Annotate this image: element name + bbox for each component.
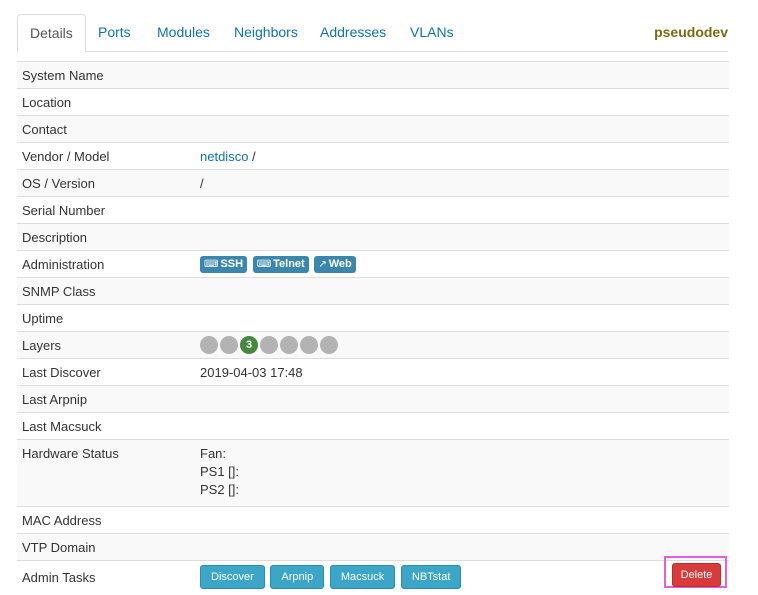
tab-neighbors[interactable]: Neighbors — [221, 14, 311, 50]
row-label: Last Arpnip — [17, 385, 195, 413]
os-version-value: / — [195, 169, 729, 197]
row-mac-address: MAC Address — [17, 506, 729, 534]
telnet-label: Telnet — [273, 257, 305, 270]
device-name: pseudodev — [654, 24, 728, 40]
row-label: Vendor / Model — [17, 142, 195, 170]
row-label: Hardware Status — [17, 439, 195, 507]
row-label: OS / Version — [17, 169, 195, 197]
row-label: Description — [17, 223, 195, 251]
web-button[interactable]: ↗ Web — [314, 255, 356, 273]
delete-button[interactable]: Delete — [672, 563, 721, 587]
row-label: Admin Tasks — [17, 560, 195, 593]
administration-value: ⌨ SSH ⌨ Telnet ↗ Web — [195, 250, 729, 278]
row-location: Location — [17, 88, 729, 116]
row-layers: Layers 3 — [17, 331, 729, 359]
vendor-model-value: netdisco / — [195, 142, 729, 170]
layer-6-badge — [300, 336, 318, 354]
serial-number-value — [195, 196, 729, 224]
keyboard-icon: ⌨ — [256, 258, 272, 270]
ssh-label: SSH — [220, 257, 244, 270]
device-tabs: Details Ports Modules Neighbors Addresse… — [17, 14, 728, 53]
last-discover-value: 2019-04-03 17:48 — [195, 358, 729, 386]
last-arpnip-value — [195, 385, 729, 413]
tab-vlans[interactable]: VLANs — [397, 14, 467, 50]
vendor-link[interactable]: netdisco — [200, 149, 248, 164]
row-vendor-model: Vendor / Model netdisco / — [17, 142, 729, 170]
row-label: Administration — [17, 250, 195, 278]
layer-4-badge — [260, 336, 278, 354]
row-description: Description — [17, 223, 729, 251]
row-label: MAC Address — [17, 506, 195, 534]
layers-value: 3 — [195, 331, 729, 359]
macsuck-button[interactable]: Macsuck — [329, 565, 396, 589]
row-label: Uptime — [17, 304, 195, 332]
layer-5-badge — [280, 336, 298, 354]
system-name-value — [195, 61, 729, 89]
row-contact: Contact — [17, 115, 729, 143]
snmp-class-value — [195, 277, 729, 305]
row-label: Last Discover — [17, 358, 195, 386]
vtp-domain-value — [195, 533, 729, 561]
row-label: System Name — [17, 61, 195, 89]
tab-ports[interactable]: Ports — [85, 14, 144, 50]
delete-highlight: Delete — [664, 556, 727, 588]
row-label: VTP Domain — [17, 533, 195, 561]
admin-tasks-value: Discover Arpnip Macsuck NBTstat — [195, 560, 729, 593]
row-last-arpnip: Last Arpnip — [17, 385, 729, 413]
row-uptime: Uptime — [17, 304, 729, 332]
hardware-status-value: Fan: PS1 []: PS2 []: — [195, 439, 729, 507]
tab-addresses[interactable]: Addresses — [307, 14, 399, 50]
vendor-model-separator: / — [248, 148, 256, 164]
nbtstat-button[interactable]: NBTstat — [400, 565, 462, 589]
row-label: SNMP Class — [17, 277, 195, 305]
uptime-value — [195, 304, 729, 332]
last-macsuck-value — [195, 412, 729, 440]
tab-details[interactable]: Details — [17, 14, 86, 53]
layer-1-badge — [200, 336, 218, 354]
row-administration: Administration ⌨ SSH ⌨ Telnet ↗ Web — [17, 250, 729, 278]
device-details-table: System Name Location Contact Vendor / Mo… — [17, 61, 729, 593]
discover-button[interactable]: Discover — [200, 565, 265, 589]
layer-7-badge — [320, 336, 338, 354]
row-label: Serial Number — [17, 196, 195, 224]
ssh-button[interactable]: ⌨ SSH — [200, 255, 248, 273]
arpnip-button[interactable]: Arpnip — [270, 565, 325, 589]
row-label: Location — [17, 88, 195, 116]
contact-value — [195, 115, 729, 143]
hardware-status-ps1: PS1 []: — [200, 464, 240, 479]
row-label: Layers — [17, 331, 195, 359]
row-hardware-status: Hardware Status Fan: PS1 []: PS2 []: — [17, 439, 729, 507]
row-system-name: System Name — [17, 61, 729, 89]
hardware-status-fan: Fan: — [200, 446, 227, 461]
row-label: Last Macsuck — [17, 412, 195, 440]
row-last-macsuck: Last Macsuck — [17, 412, 729, 440]
external-link-icon: ↗ — [318, 258, 327, 270]
row-os-version: OS / Version / — [17, 169, 729, 197]
row-admin-tasks: Admin Tasks Discover Arpnip Macsuck NBTs… — [17, 560, 729, 593]
row-last-discover: Last Discover 2019-04-03 17:48 — [17, 358, 729, 386]
description-value — [195, 223, 729, 251]
row-snmp-class: SNMP Class — [17, 277, 729, 305]
mac-address-value — [195, 506, 729, 534]
layer-3-badge: 3 — [240, 336, 258, 354]
row-label: Contact — [17, 115, 195, 143]
telnet-button[interactable]: ⌨ Telnet — [252, 255, 309, 273]
web-label: Web — [328, 257, 352, 270]
tab-modules[interactable]: Modules — [144, 14, 223, 50]
row-serial-number: Serial Number — [17, 196, 729, 224]
location-value — [195, 88, 729, 116]
row-vtp-domain: VTP Domain — [17, 533, 729, 561]
layer-2-badge — [220, 336, 238, 354]
keyboard-icon: ⌨ — [204, 258, 219, 270]
hardware-status-ps2: PS2 []: — [200, 482, 240, 497]
